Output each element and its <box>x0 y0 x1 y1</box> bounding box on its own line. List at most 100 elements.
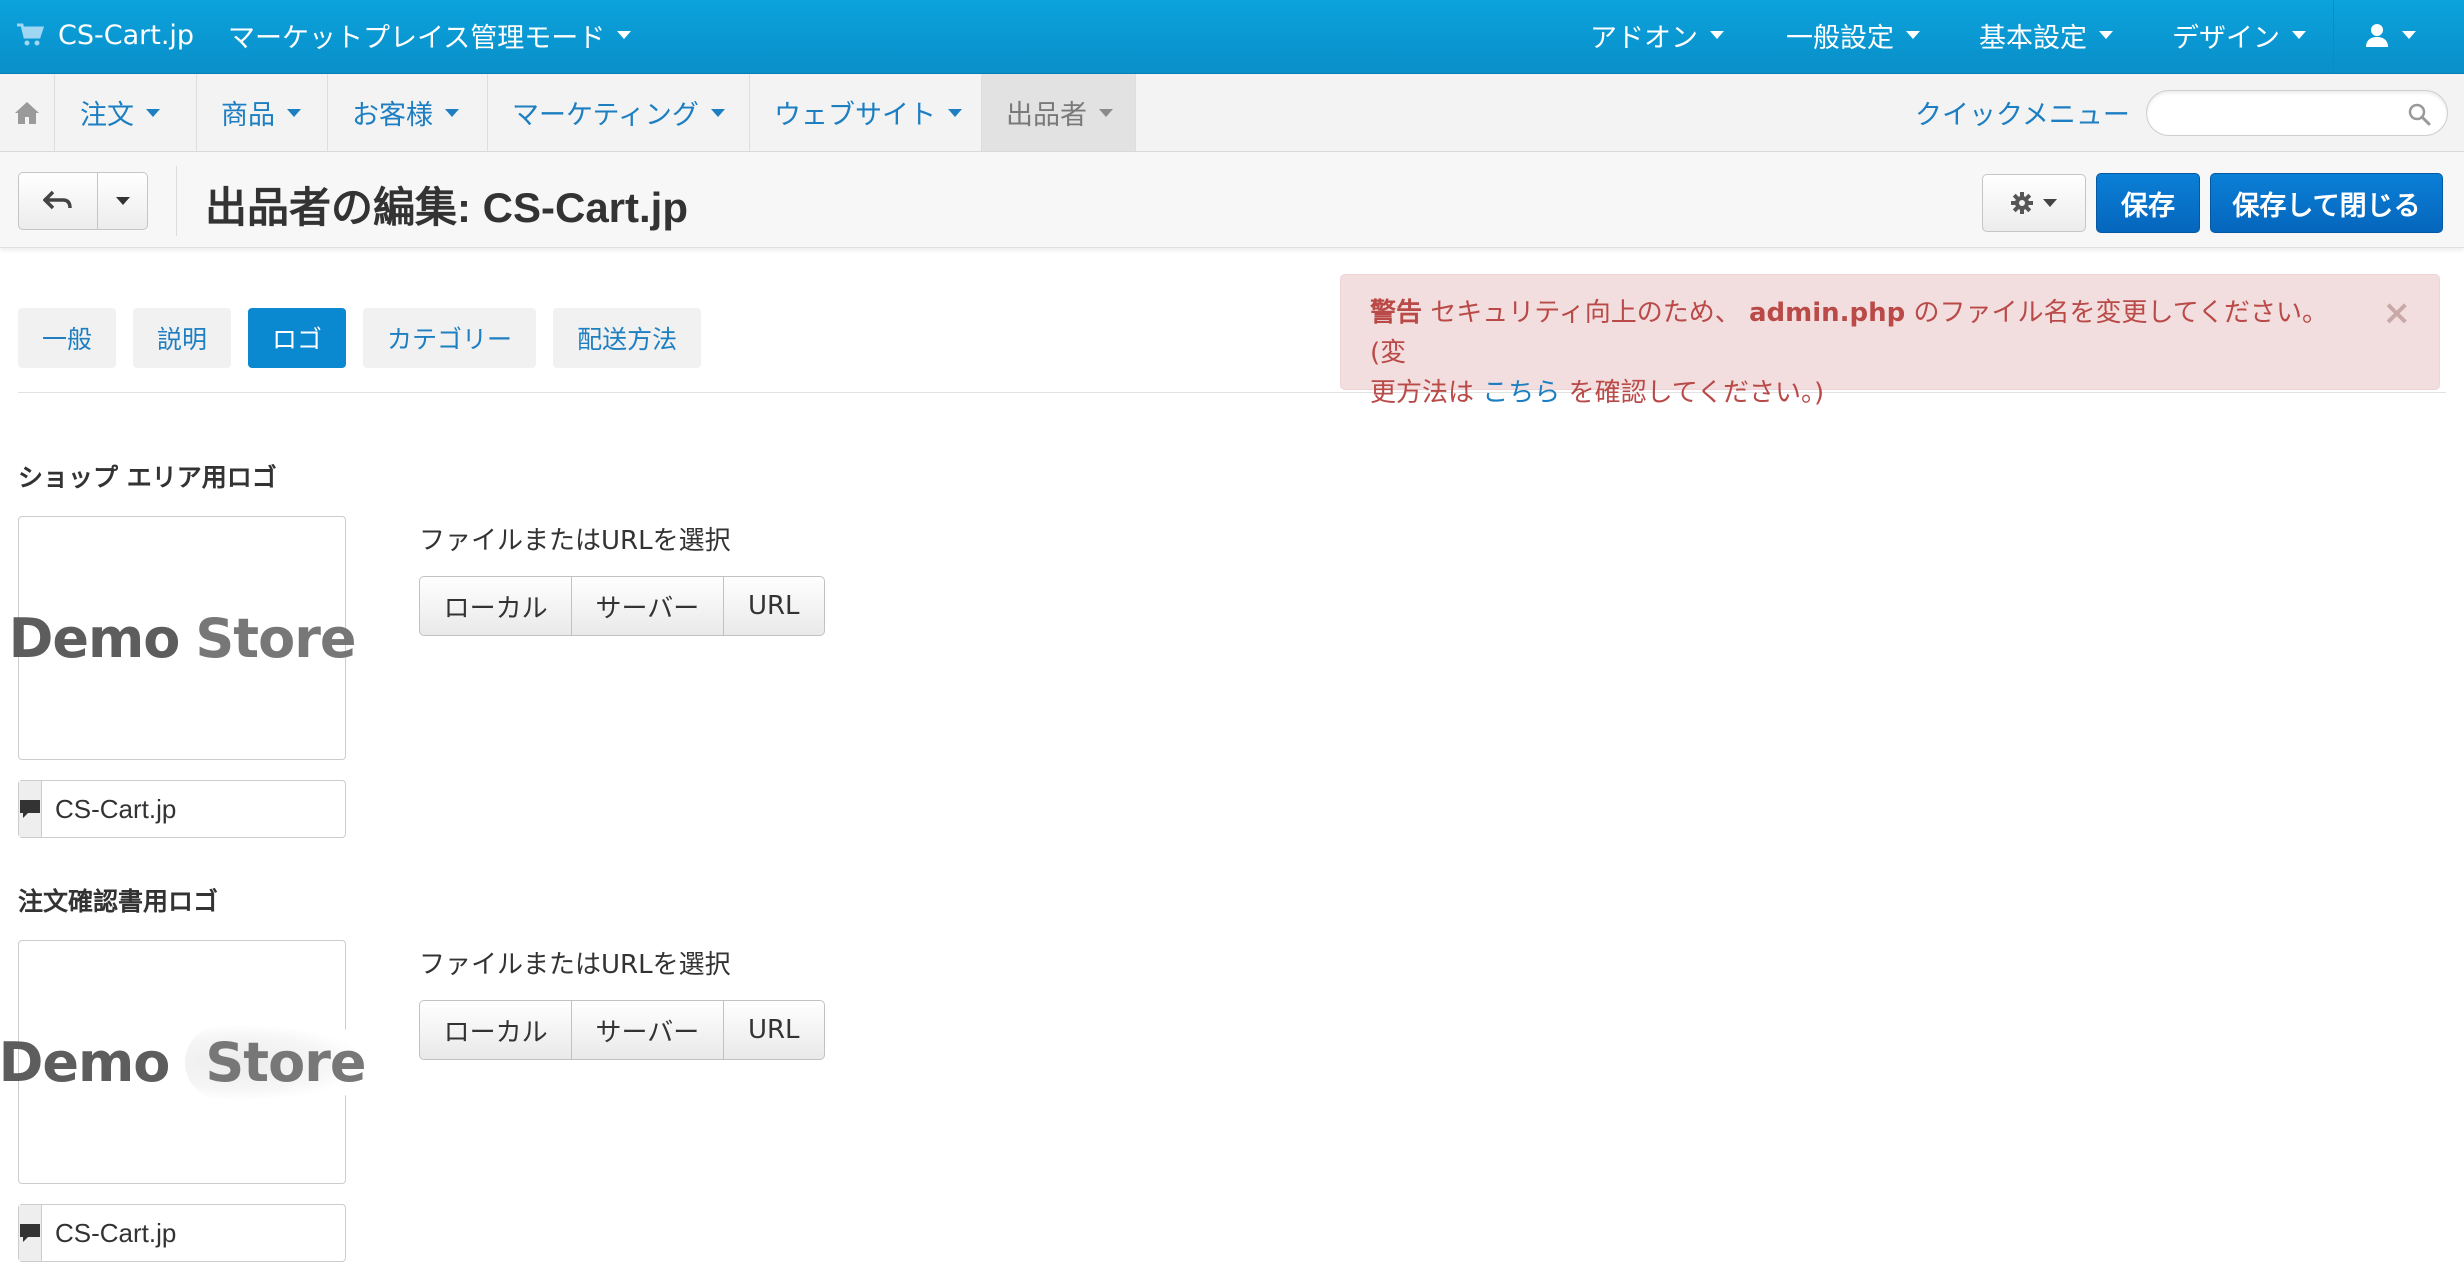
chevron-down-icon <box>1710 31 1724 39</box>
tab-description[interactable]: 説明 <box>133 308 232 368</box>
search-input[interactable] <box>2167 91 2407 135</box>
menu-addons-label: アドオン <box>1590 22 1698 54</box>
chevron-down-icon <box>2292 31 2306 39</box>
menu-general-settings-label: 一般設定 <box>1786 22 1894 54</box>
nav-products-label: 商品 <box>221 100 275 131</box>
cart-icon <box>17 23 44 46</box>
nav-website[interactable]: ウェブサイト <box>750 74 982 151</box>
chevron-down-icon <box>445 108 459 117</box>
alt-text-input[interactable] <box>42 781 390 837</box>
main-nav: 注文 商品 お客様 マーケティング ウェブサイト 出品者 クイックメニュー <box>0 74 2464 152</box>
alert-help-link[interactable]: こちら <box>1482 378 1560 408</box>
chevron-down-icon <box>115 197 130 205</box>
mode-dropdown[interactable]: マーケットプレイス管理モード <box>228 0 632 70</box>
alt-text-field <box>18 1204 390 1262</box>
chevron-down-icon <box>617 31 632 39</box>
section-title: ショップ エリア用ロゴ <box>18 463 277 492</box>
alert-text: を確認してください。) <box>1568 378 1825 408</box>
logo-preview: Demo Store <box>9 516 356 760</box>
url-button[interactable]: URL <box>724 577 825 635</box>
menu-basic-settings-label: 基本設定 <box>1979 22 2087 54</box>
quick-menu-link[interactable]: クイックメニュー <box>1915 74 2130 151</box>
alert-text: 更方法は <box>1370 378 1475 408</box>
top-bar: CS-Cart.jp マーケットプレイス管理モード アドオン 一般設定 基本設定… <box>0 0 2464 74</box>
divider <box>18 392 2446 393</box>
url-button[interactable]: URL <box>724 1001 825 1059</box>
logo-image: Demo Store <box>8 606 357 670</box>
comment-icon-addon <box>19 1205 42 1261</box>
quick-menu-label: クイックメニュー <box>1915 100 2130 131</box>
logo-image: Demo Store <box>0 1024 366 1100</box>
user-icon <box>2366 24 2388 47</box>
user-menu[interactable] <box>2364 0 2416 70</box>
nav-website-label: ウェブサイト <box>774 100 936 131</box>
save-and-close-button[interactable]: 保存して閉じる <box>2210 173 2443 233</box>
divider <box>176 166 177 236</box>
search-box <box>2146 90 2448 136</box>
server-button[interactable]: サーバー <box>572 577 724 635</box>
page-header: 出品者の編集: CS-Cart.jp 保存 保存して閉じる <box>0 152 2464 248</box>
tab-shipping-methods[interactable]: 配送方法 <box>553 308 702 368</box>
home-button[interactable] <box>0 74 55 151</box>
file-source-buttons: ローカル サーバー URL <box>419 576 825 636</box>
settings-dropdown-button[interactable] <box>1982 174 2086 232</box>
section-title: 注文確認書用ロゴ <box>18 887 219 916</box>
tab-bar: 一般 説明 ロゴ カテゴリー 配送方法 <box>18 308 702 368</box>
menu-design-label: デザイン <box>2172 22 2280 54</box>
tab-general[interactable]: 一般 <box>18 308 117 368</box>
chevron-down-icon <box>1099 108 1113 117</box>
divider <box>2333 0 2334 74</box>
nav-orders[interactable]: 注文 <box>56 74 197 151</box>
brand-link[interactable]: CS-Cart.jp <box>16 0 194 70</box>
alt-text-input[interactable] <box>42 1205 390 1261</box>
comment-icon-addon <box>19 781 42 837</box>
history-dropdown-button[interactable] <box>98 173 147 229</box>
alt-text-field <box>18 780 390 838</box>
chevron-down-icon <box>2099 31 2113 39</box>
menu-design[interactable]: デザイン <box>2172 0 2306 70</box>
nav-marketing-label: マーケティング <box>512 100 699 131</box>
nav-vendors[interactable]: 出品者 <box>982 74 1136 151</box>
comment-icon <box>20 1224 40 1242</box>
nav-customers-label: お客様 <box>352 100 433 131</box>
local-button[interactable]: ローカル <box>420 577 573 635</box>
alert-text: セキュリティ向上のため、 <box>1430 298 1741 328</box>
menu-addons[interactable]: アドオン <box>1590 0 1724 70</box>
chevron-down-icon <box>287 108 301 117</box>
nav-vendors-label: 出品者 <box>1006 100 1087 131</box>
comment-icon <box>20 800 40 818</box>
file-picker-label: ファイルまたはURLを選択 <box>419 526 731 556</box>
alert-filename: admin.php <box>1749 298 1906 328</box>
chevron-down-icon <box>1906 31 1920 39</box>
chevron-down-icon <box>2043 199 2057 207</box>
nav-customers[interactable]: お客様 <box>328 74 488 151</box>
nav-marketing[interactable]: マーケティング <box>488 74 750 151</box>
file-source-buttons: ローカル サーバー URL <box>419 1000 825 1060</box>
menu-basic-settings[interactable]: 基本設定 <box>1979 0 2113 70</box>
chevron-down-icon <box>710 108 725 117</box>
file-picker-label: ファイルまたはURLを選択 <box>419 950 731 980</box>
save-button[interactable]: 保存 <box>2096 173 2200 233</box>
home-icon <box>15 101 39 124</box>
search-icon[interactable] <box>2407 102 2431 126</box>
chevron-down-icon <box>948 108 962 117</box>
local-button[interactable]: ローカル <box>420 1001 573 1059</box>
back-arrow-icon <box>43 190 72 210</box>
chevron-down-icon <box>146 108 160 117</box>
menu-general-settings[interactable]: 一般設定 <box>1786 0 1920 70</box>
logo-preview: Demo Store <box>0 940 366 1184</box>
alert-label: 警告 <box>1370 298 1423 328</box>
brand-label: CS-Cart.jp <box>58 19 195 51</box>
mode-label: マーケットプレイス管理モード <box>228 22 606 54</box>
nav-products[interactable]: 商品 <box>197 74 328 151</box>
close-icon[interactable]: × <box>2383 293 2412 333</box>
chevron-down-icon <box>2402 31 2416 39</box>
nav-orders-label: 注文 <box>80 100 134 131</box>
tab-categories[interactable]: カテゴリー <box>363 308 537 368</box>
server-button[interactable]: サーバー <box>572 1001 724 1059</box>
back-button-group <box>18 172 148 230</box>
back-button[interactable] <box>19 173 98 229</box>
page-title: 出品者の編集: CS-Cart.jp <box>205 184 689 231</box>
tab-logos[interactable]: ロゴ <box>248 308 347 368</box>
warning-alert: 警告 セキュリティ向上のため、 admin.php のファイル名を変更してくださ… <box>1340 274 2440 408</box>
